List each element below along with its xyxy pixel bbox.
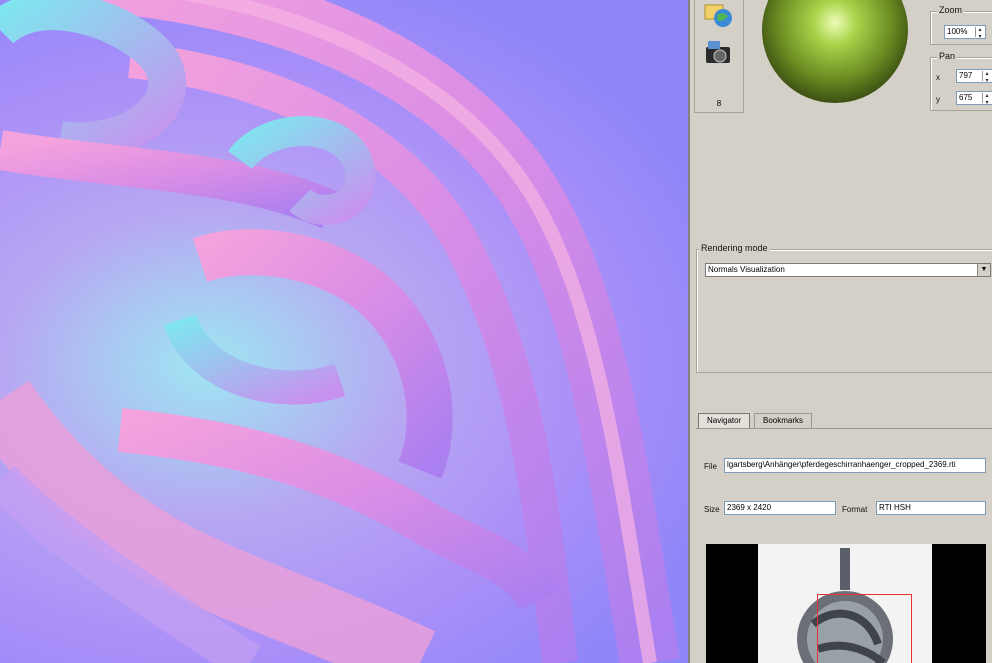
- pan-y-label: y: [936, 95, 940, 104]
- pan-x-value: 797: [959, 71, 973, 80]
- pan-y-input[interactable]: 675 ▴ ▾: [956, 91, 992, 105]
- toolbar-counter: 8: [716, 99, 722, 108]
- pan-group: Pan x 797 ▴ ▾ y 675 ▴ ▾: [930, 51, 992, 111]
- pan-y-value: 675: [959, 93, 973, 102]
- format-field[interactable]: RTI HSH: [876, 501, 986, 515]
- rendering-mode-label: Rendering mode: [699, 243, 770, 253]
- pan-x-input[interactable]: 797 ▴ ▾: [956, 69, 992, 83]
- pan-label: Pan: [937, 51, 958, 61]
- navigator-thumbnail[interactable]: [706, 544, 986, 663]
- zoom-group: Zoom 100% ▴ ▾: [930, 5, 992, 45]
- zoom-spinner[interactable]: ▴ ▾: [975, 27, 984, 38]
- control-panel: 8 Zoom 100% ▴ ▾ Pan x 797 ▴ ▾ y 675 ▴ ▾ Ren…: [688, 0, 992, 663]
- zoom-input[interactable]: 100% ▴ ▾: [944, 25, 986, 39]
- light-direction-sphere[interactable]: [762, 0, 908, 103]
- format-label: Format: [842, 505, 868, 514]
- pan-x-label: x: [936, 73, 940, 82]
- rendering-viewport[interactable]: [0, 0, 688, 663]
- zoom-value: 100%: [947, 27, 968, 36]
- size-label: Size: [704, 505, 720, 514]
- open-web-icon[interactable]: [704, 1, 734, 29]
- snapshot-camera-icon[interactable]: [704, 39, 734, 69]
- pan-y-spinner[interactable]: ▴ ▾: [982, 93, 991, 104]
- tab-navigator-label: Navigator: [707, 416, 742, 425]
- navigator-view-frame[interactable]: [817, 594, 912, 663]
- rendering-mode-select[interactable]: Normals Visualization ▼: [705, 263, 991, 277]
- file-path-field[interactable]: lgartsberg\Anhänger\pferdegeschirranhaen…: [724, 458, 986, 473]
- tab-navigator[interactable]: Navigator: [698, 413, 751, 428]
- chevron-down-icon[interactable]: ▼: [977, 264, 990, 276]
- file-path-value: lgartsberg\Anhänger\pferdegeschirranhaen…: [727, 460, 956, 469]
- rendering-mode-value: Normals Visualization: [708, 265, 785, 274]
- tab-bookmarks-label: Bookmarks: [763, 416, 804, 425]
- pan-x-spinner[interactable]: ▴ ▾: [982, 71, 991, 82]
- file-label: File: [704, 462, 717, 471]
- zoom-label: Zoom: [937, 5, 965, 15]
- size-value: 2369 x 2420: [727, 503, 772, 512]
- size-field[interactable]: 2369 x 2420: [724, 501, 836, 515]
- normal-map-render: [0, 0, 680, 663]
- format-value: RTI HSH: [879, 503, 911, 512]
- tab-bookmarks[interactable]: Bookmarks: [754, 413, 813, 428]
- rendering-mode-group: Rendering mode Normals Visualization ▼: [696, 243, 992, 373]
- tab-content-border: [696, 428, 992, 429]
- toolbar: 8: [694, 0, 744, 113]
